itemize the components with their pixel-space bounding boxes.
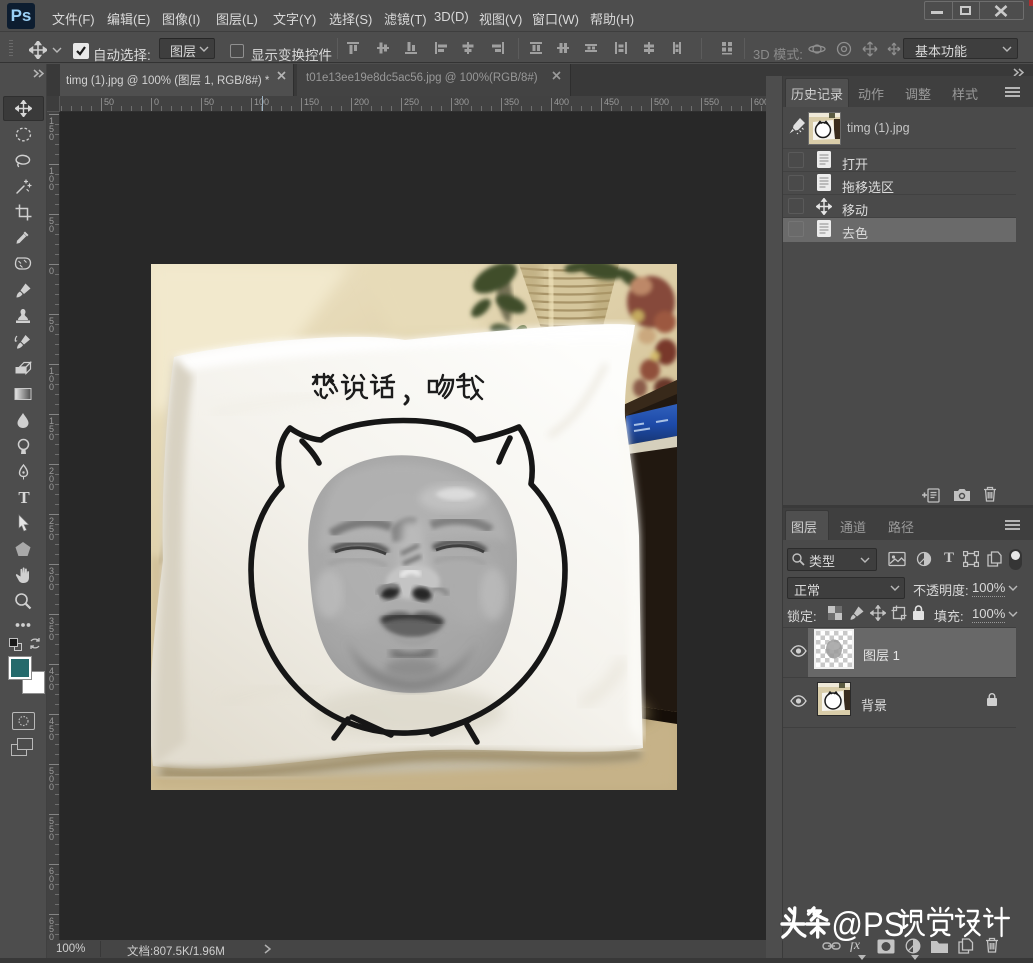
svg-text:@PS: @PS — [831, 906, 904, 944]
